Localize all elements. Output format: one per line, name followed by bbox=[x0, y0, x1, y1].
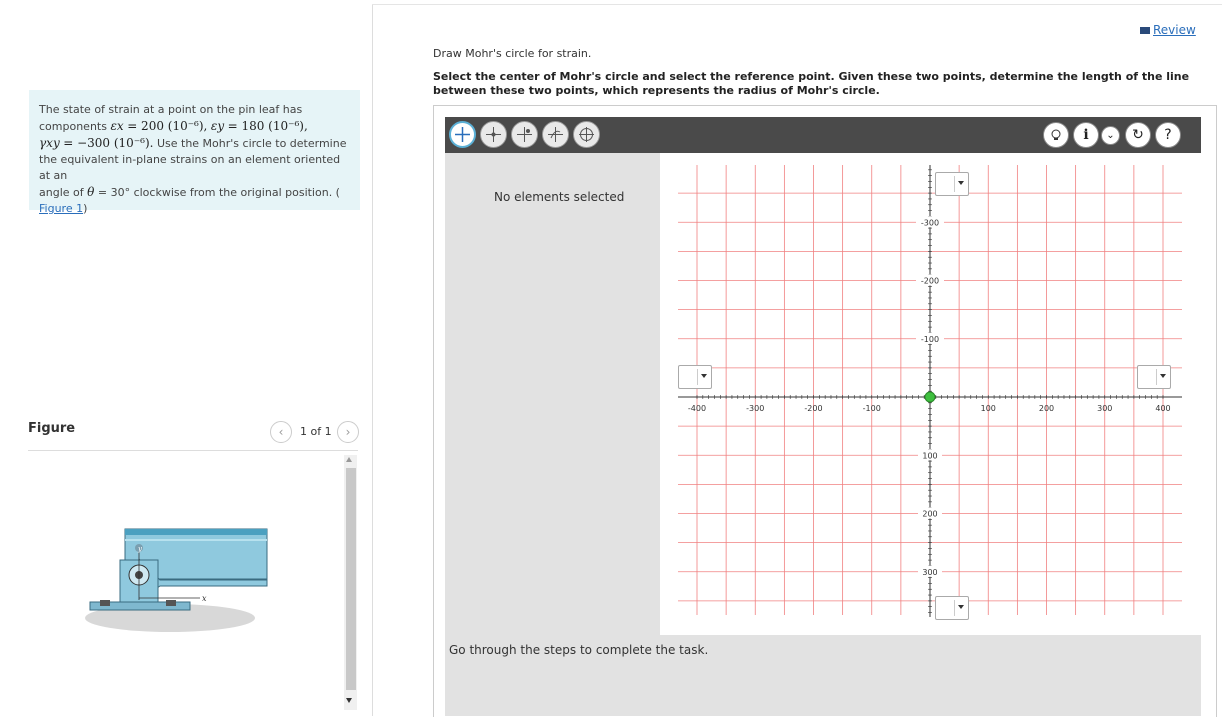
figure-scrollbar-thumb[interactable] bbox=[346, 468, 356, 690]
reset-icon[interactable]: ↻ bbox=[1125, 122, 1151, 148]
y-tick-label: -200 bbox=[921, 277, 939, 286]
y-tick-label: -300 bbox=[921, 218, 939, 227]
instruction-title: Draw Mohr's circle for strain. bbox=[433, 47, 592, 60]
info-icon[interactable]: i bbox=[1073, 122, 1099, 148]
problem-line-4: the equivalent in-plane strains on an el… bbox=[39, 153, 341, 182]
drawing-toolbar: i ⌄ ↻ ? bbox=[445, 117, 1201, 153]
circle-tool-icon[interactable] bbox=[573, 121, 600, 148]
y-tick-label: -100 bbox=[921, 335, 939, 344]
x-tick-label: 400 bbox=[1155, 404, 1170, 413]
x-axis-left-label-dropdown[interactable] bbox=[678, 365, 712, 389]
origin-point-marker bbox=[924, 391, 936, 403]
chevron-right-icon: › bbox=[345, 425, 351, 439]
x-tick-label: -300 bbox=[746, 404, 764, 413]
figure-1-link[interactable]: Figure 1 bbox=[39, 202, 83, 215]
y-tick-label: 300 bbox=[922, 568, 937, 577]
problem-statement-box: The state of strain at a point on the pi… bbox=[29, 90, 360, 215]
problem-line-5b: = 30° clockwise from the original positi… bbox=[97, 186, 340, 199]
instruction-body: Select the center of Mohr's circle and s… bbox=[433, 70, 1190, 97]
problem-components-label: components bbox=[39, 120, 107, 133]
review-label: Review bbox=[1153, 23, 1196, 37]
point-tool-icon[interactable] bbox=[449, 121, 476, 148]
problem-line-1: The state of strain at a point on the pi… bbox=[39, 103, 303, 116]
axis-x-letter: x bbox=[202, 594, 207, 603]
problem-text: The state of strain at a point on the pi… bbox=[39, 102, 354, 217]
chevron-down-icon[interactable]: ⌄ bbox=[1101, 126, 1120, 145]
properties-panel: No elements selected bbox=[445, 153, 660, 635]
panel-divider bbox=[372, 5, 373, 716]
chevron-left-icon: ‹ bbox=[278, 425, 284, 439]
figure-pager: 1 of 1 bbox=[300, 425, 332, 438]
prev-figure-button[interactable]: ‹ bbox=[270, 421, 292, 443]
review-icon bbox=[1140, 27, 1150, 34]
scroll-up-arrow-icon[interactable] bbox=[346, 457, 352, 462]
reference-point-tool-icon[interactable] bbox=[511, 121, 538, 148]
y-axis-top-label-dropdown[interactable] bbox=[935, 172, 969, 196]
problem-line-6: ) bbox=[83, 202, 88, 215]
x-tick-label: 200 bbox=[1039, 404, 1054, 413]
pin-leaf-illustration: y x bbox=[85, 528, 268, 632]
x-tick-label: -400 bbox=[688, 404, 706, 413]
hint-bulb-icon[interactable] bbox=[1043, 122, 1069, 148]
epsilon-x-value: = 200 (10⁻⁶), bbox=[127, 119, 208, 133]
mohr-circle-graph[interactable]: -400 -300 -200 -100 100 200 300 400 -300 -200 -100… bbox=[664, 155, 1196, 634]
feedback-message: Go through the steps to complete the tas… bbox=[449, 643, 709, 657]
top-divider bbox=[372, 4, 1222, 5]
gamma-xy-symbol: γxy bbox=[39, 136, 60, 150]
feedback-panel: Go through the steps to complete the tas… bbox=[445, 635, 1201, 716]
x-axis-right-label-dropdown[interactable] bbox=[1137, 365, 1171, 389]
graph-canvas[interactable]: -400 -300 -200 -100 100 200 300 400 -300 -200 -100… bbox=[664, 155, 1196, 634]
x-tick-label: -200 bbox=[804, 404, 822, 413]
problem-line-3: Use the Mohr's circle to determine bbox=[156, 137, 347, 150]
review-link[interactable]: Review bbox=[1140, 23, 1196, 37]
problem-line-5a: angle of bbox=[39, 186, 84, 199]
rotate-tool-icon[interactable] bbox=[542, 121, 569, 148]
x-tick-label: 100 bbox=[981, 404, 996, 413]
figure-divider bbox=[28, 450, 358, 451]
x-tick-label: 300 bbox=[1097, 404, 1112, 413]
epsilon-y-symbol: εy bbox=[210, 119, 225, 133]
figure-heading: Figure bbox=[28, 421, 76, 436]
help-icon[interactable]: ? bbox=[1155, 122, 1181, 148]
selection-status: No elements selected bbox=[494, 190, 625, 204]
theta-symbol: θ bbox=[87, 185, 95, 199]
center-point-tool-icon[interactable] bbox=[480, 121, 507, 148]
x-tick-label: -100 bbox=[863, 404, 881, 413]
gamma-xy-value: = −300 (10⁻⁶). bbox=[63, 136, 154, 150]
epsilon-y-value: = 180 (10⁻⁶), bbox=[227, 119, 308, 133]
epsilon-x-symbol: εx bbox=[110, 119, 124, 133]
scroll-down-arrow-icon[interactable] bbox=[346, 698, 352, 703]
y-axis-bottom-label-dropdown[interactable] bbox=[935, 596, 969, 620]
next-figure-button[interactable]: › bbox=[337, 421, 359, 443]
y-tick-label: 200 bbox=[922, 510, 937, 519]
y-tick-label: 100 bbox=[922, 451, 937, 460]
